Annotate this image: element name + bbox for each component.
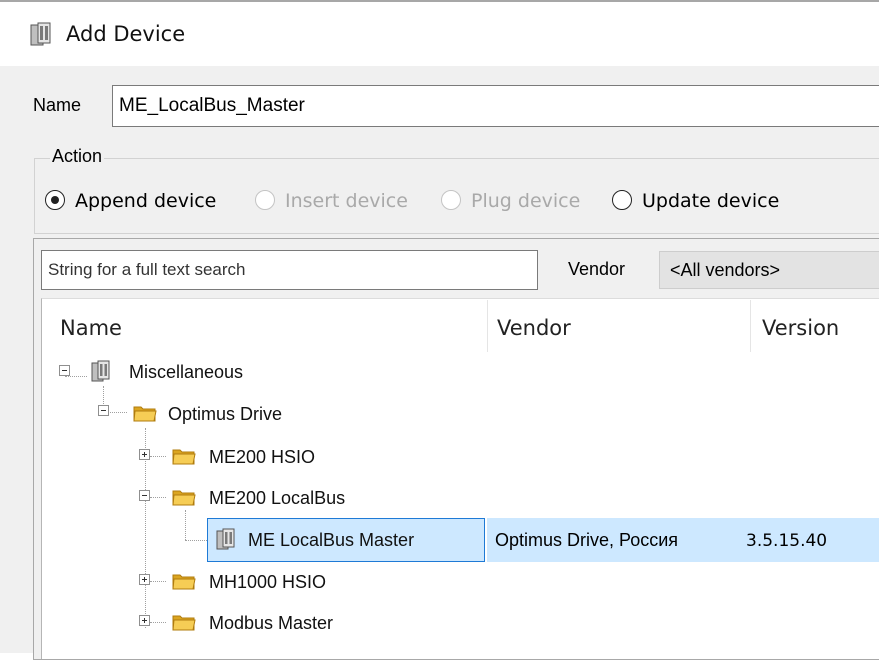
collapse-me200-localbus-toggle[interactable] [139, 490, 150, 501]
tree-connector [150, 622, 166, 623]
device-icon [216, 528, 235, 550]
plug-device-label: Plug device [471, 190, 581, 212]
radio-selected-dot [50, 195, 59, 204]
vendor-dropdown[interactable]: <All vendors> [659, 251, 879, 289]
column-header-vendor[interactable]: Vendor [497, 316, 571, 340]
tree-connector [150, 456, 166, 457]
expand-modbus-master-toggle[interactable] [139, 615, 150, 626]
collapse-optimus-drive-toggle[interactable] [98, 405, 109, 416]
column-separator[interactable] [487, 300, 488, 352]
tree-node-modbus-master[interactable]: Modbus Master [209, 613, 333, 634]
name-label: Name [33, 95, 82, 115]
tree-connector [150, 581, 166, 582]
tree-node-mh1000-hsio[interactable]: MH1000 HSIO [209, 572, 326, 593]
append-device-label: Append device [75, 190, 217, 212]
column-header-version[interactable]: Version [762, 316, 839, 340]
folder-icon [172, 449, 196, 465]
column-header-name[interactable]: Name [60, 316, 122, 340]
folder-icon [172, 574, 196, 590]
radio-circle [45, 190, 65, 210]
dialog-title: Add Device [66, 22, 186, 46]
vendor-cell: Optimus Drive, Россия [495, 530, 679, 550]
insert-device-label: Insert device [285, 190, 408, 212]
folder-icon [133, 406, 157, 422]
column-separator[interactable] [750, 300, 751, 352]
folder-icon [172, 615, 196, 631]
device-icon [30, 22, 51, 46]
tree-node-me200-localbus[interactable]: ME200 LocalBus [209, 488, 345, 509]
tree-connector [185, 510, 186, 540]
expand-mh1000-hsio-toggle[interactable] [139, 574, 150, 585]
device-icon [91, 360, 110, 382]
radio-circle [441, 190, 461, 210]
radio-circle [612, 190, 632, 210]
title-bar-top-line [0, 0, 879, 2]
dialog-title-bar: Add Device [0, 0, 879, 66]
vendor-label: Vendor [568, 259, 626, 279]
tree-node-miscellaneous[interactable]: Miscellaneous [129, 362, 243, 383]
device-tree[interactable] [41, 298, 879, 659]
folder-icon [172, 490, 196, 506]
version-cell: 3.5.15.40 [746, 531, 828, 551]
tree-connector [150, 497, 166, 498]
update-device-label: Update device [642, 190, 780, 212]
tree-connector [65, 376, 87, 377]
action-legend: Action [50, 146, 105, 167]
device-name-input[interactable]: ME_LocalBus_Master [112, 85, 879, 127]
tree-node-me-localbus-master[interactable]: ME LocalBus Master [248, 530, 414, 551]
tree-node-me200-hsio[interactable]: ME200 HSIO [209, 447, 315, 468]
radio-circle [255, 190, 275, 210]
collapse-miscellaneous-toggle[interactable] [59, 365, 70, 376]
full-text-search-input[interactable]: String for a full text search [41, 250, 538, 290]
tree-connector [185, 540, 207, 541]
expand-me200-hsio-toggle[interactable] [139, 449, 150, 460]
tree-node-optimus-drive[interactable]: Optimus Drive [168, 404, 282, 425]
